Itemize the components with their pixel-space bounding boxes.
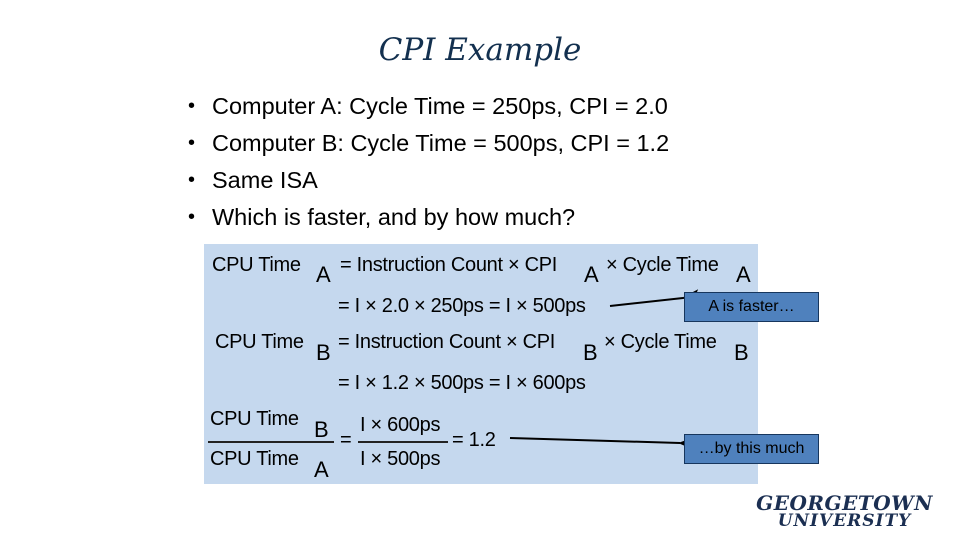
bullet-icon: • bbox=[188, 206, 196, 228]
georgetown-logo: GEORGETOWN UNIVERSITY bbox=[752, 493, 937, 531]
ratio-equals: = bbox=[340, 429, 352, 451]
bullet-text: Computer A: Cycle Time = 250ps, CPI = 2.… bbox=[212, 93, 668, 119]
bullet-icon: • bbox=[188, 132, 196, 154]
bullet-item: • Which is faster, and by how much? bbox=[186, 199, 669, 236]
bullet-list: • Computer A: Cycle Time = 250ps, CPI = 2… bbox=[186, 88, 669, 236]
formula-row3-lhs-sub: B bbox=[316, 340, 331, 365]
bullet-icon: • bbox=[188, 169, 196, 191]
formula-row1-rhs-b: × Cycle Time bbox=[606, 254, 719, 276]
bullet-icon: • bbox=[188, 95, 196, 117]
bullet-item: • Computer A: Cycle Time = 250ps, CPI = 2… bbox=[186, 88, 669, 125]
formula-row4: = I × 1.2 × 500ps = I × 600ps bbox=[338, 372, 586, 394]
fraction-bar bbox=[208, 441, 334, 443]
bullet-text: Computer B: Cycle Time = 500ps, CPI = 1.… bbox=[212, 130, 670, 156]
ratio-numerator-sub: B bbox=[314, 417, 329, 442]
ratio-numerator: CPU Time bbox=[210, 408, 299, 430]
bullet-text: Which is faster, and by how much? bbox=[212, 204, 576, 230]
ratio-result: = 1.2 bbox=[452, 429, 496, 451]
ratio-denominator-2: I × 500ps bbox=[360, 448, 441, 470]
formula-row3-rhs-b-sub: B bbox=[734, 340, 749, 365]
formula-row3-rhs-b: × Cycle Time bbox=[604, 331, 717, 353]
fraction-bar bbox=[358, 441, 448, 443]
bullet-text: Same ISA bbox=[212, 167, 318, 193]
formula-row1-rhs-a: = Instruction Count × CPI bbox=[340, 254, 558, 276]
formula-row1-lhs: CPU Time bbox=[212, 254, 301, 276]
formula-row2: = I × 2.0 × 250ps = I × 500ps bbox=[338, 295, 586, 317]
formula-panel: CPU Time A = Instruction Count × CPI A ×… bbox=[204, 244, 758, 484]
ratio-denominator-sub: A bbox=[314, 457, 329, 482]
formula-row3-rhs-a: = Instruction Count × CPI bbox=[338, 331, 556, 353]
formula-row1-rhs-b-sub: A bbox=[736, 262, 751, 287]
ratio-numerator-2: I × 600ps bbox=[360, 414, 441, 436]
ratio-denominator: CPU Time bbox=[210, 448, 299, 470]
callout-faster: A is faster… bbox=[684, 292, 819, 322]
formula-row1-lhs-sub: A bbox=[316, 262, 331, 287]
bullet-item: • Computer B: Cycle Time = 500ps, CPI = 1… bbox=[186, 125, 669, 162]
slide-title: CPI Example bbox=[378, 32, 582, 68]
bullet-item: • Same ISA bbox=[186, 162, 669, 199]
formula-row1-rhs-a-sub: A bbox=[584, 262, 599, 287]
callout-how-much: …by this much bbox=[684, 434, 819, 464]
logo-line2: UNIVERSITY bbox=[777, 511, 912, 531]
formula-row3-rhs-a-sub: B bbox=[583, 340, 598, 365]
formula-row3-lhs: CPU Time bbox=[215, 331, 304, 353]
